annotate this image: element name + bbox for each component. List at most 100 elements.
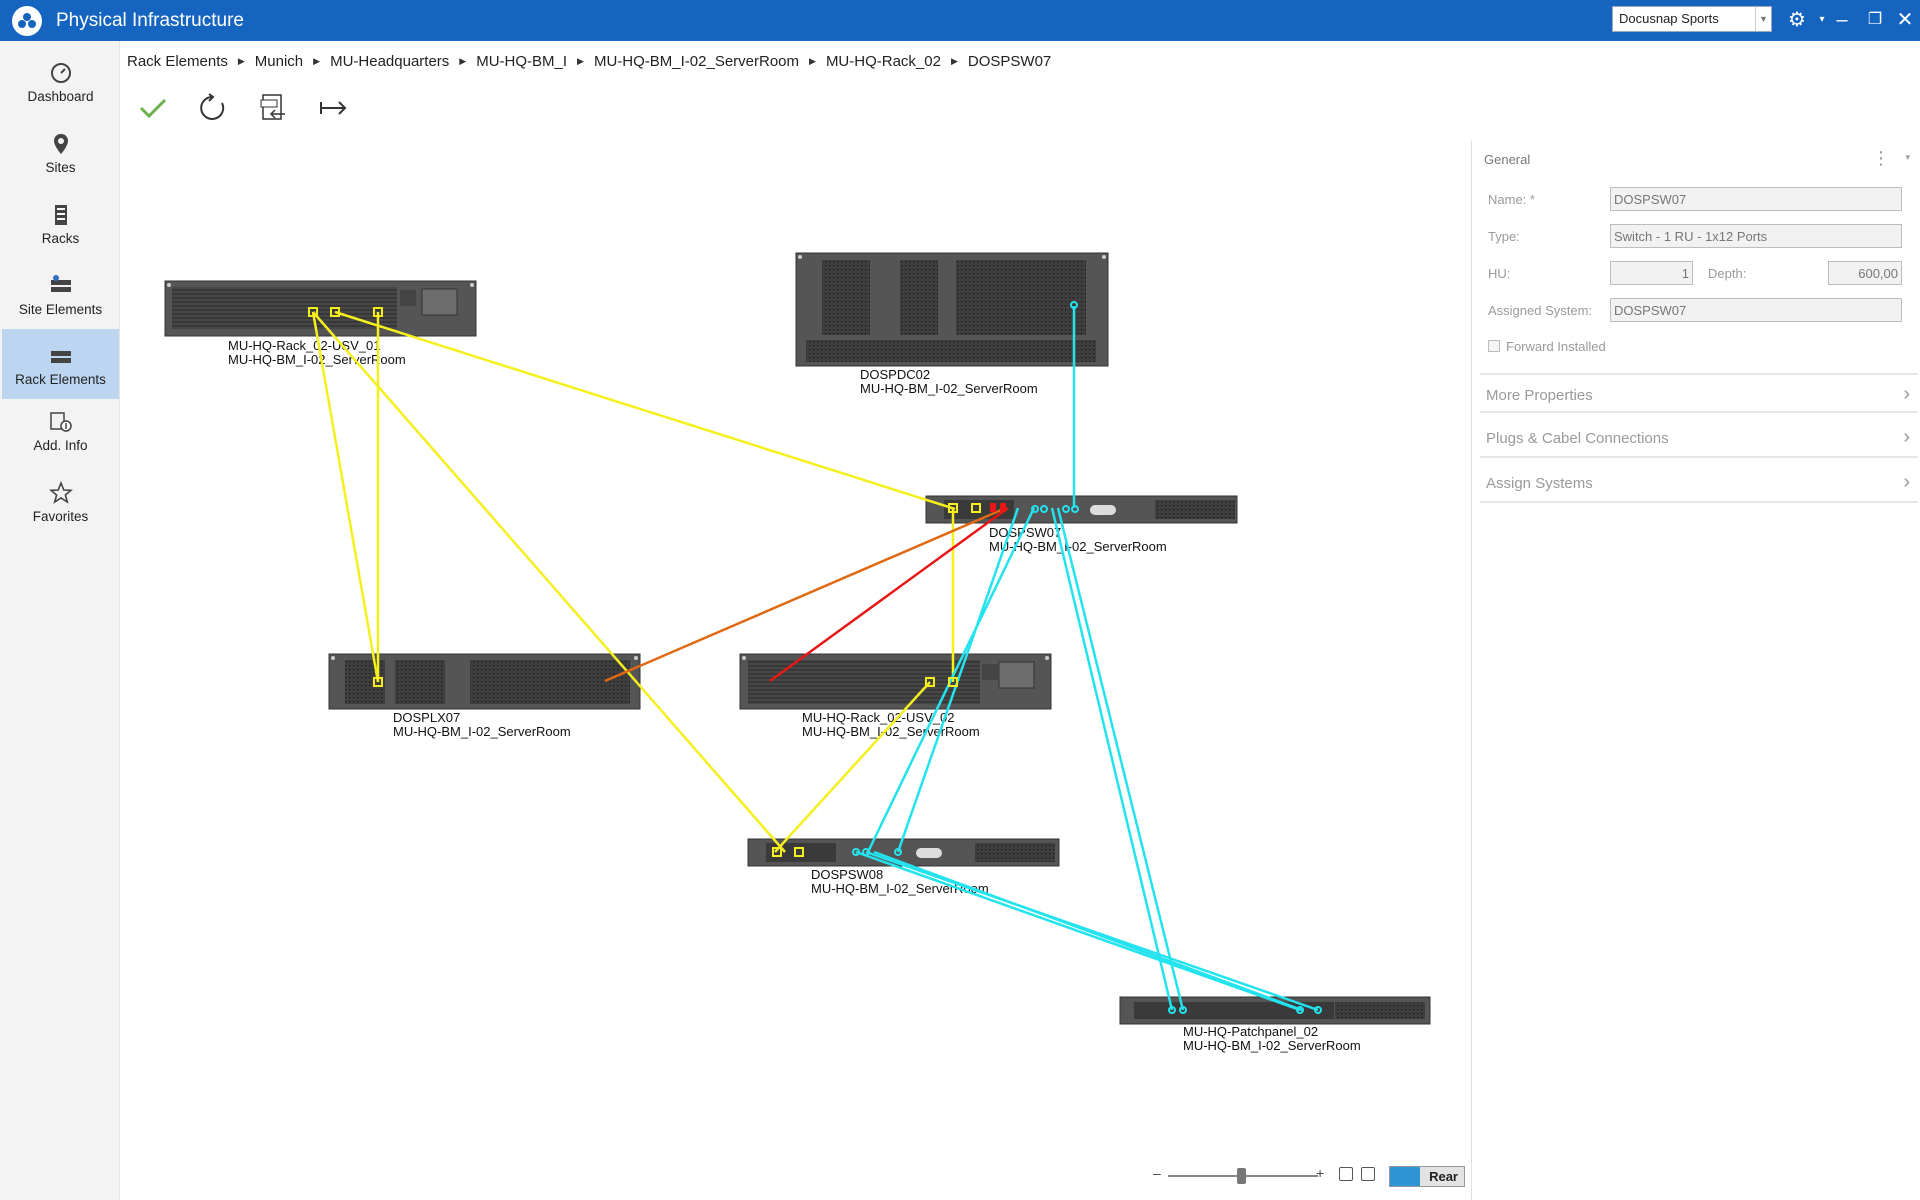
view-toggle-label: Rear [1429,1169,1458,1184]
expander-label: More Properties [1486,387,1593,404]
minimize-icon[interactable]: – [1827,6,1857,34]
sidebar-item-racks[interactable]: Racks [2,193,119,263]
plugs-cable-connections-expander[interactable]: Plugs & Cabel Connections › [1480,418,1918,458]
port-marker[interactable] [990,503,996,512]
chevron-right-icon: ▶ [237,55,245,66]
sidebar-item-site-elements[interactable]: Site Elements [2,264,119,334]
assigned-system-field[interactable]: DOSPSW07 [1610,298,1902,322]
cable-network[interactable] [1056,507,1185,1011]
sidebar-item-add-info[interactable]: Add. Info [2,400,119,470]
cable-power[interactable] [312,311,786,853]
add-info-icon [49,412,72,432]
sidebar-item-label: Favorites [32,509,89,524]
csv-export-icon[interactable] [254,89,292,127]
zoom-out-icon[interactable]: – [1153,1165,1161,1181]
diagram-canvas[interactable]: MU-HQ-Rack_02-USV_01 MU-HQ-BM_I-02_Serve… [121,140,1471,1200]
breadcrumb-item[interactable]: MU-HQ-BM_I [476,53,567,70]
chevron-down-icon[interactable]: ▾ [1905,152,1910,163]
device-name: MU-HQ-Patchpanel_02 [1183,1024,1318,1039]
assign-systems-expander[interactable]: Assign Systems › [1480,463,1918,503]
sidebar-item-dashboard[interactable]: Dashboard [2,51,119,121]
rack-diagram[interactable]: MU-HQ-Rack_02-USV_01 MU-HQ-BM_I-02_Serve… [121,140,1471,1200]
breadcrumb-item[interactable]: MU-HQ-Rack_02 [826,53,941,70]
depth-field[interactable]: 600,00 [1828,261,1902,285]
sidebar-item-rack-elements[interactable]: Rack Elements [2,329,119,399]
chevron-right-icon: ▶ [950,55,958,66]
name-label: Name: * [1488,192,1535,207]
refresh-icon[interactable] [194,89,232,127]
close-icon[interactable]: ✕ [1890,6,1920,34]
breadcrumb-item-current: DOSPSW07 [967,52,1052,70]
sidebar-item-label: Site Elements [18,302,103,317]
zoom-in-icon[interactable]: + [1316,1165,1324,1181]
logo-icon [12,5,42,36]
title-bar: Physical Infrastructure Docusnap Sports … [0,0,1920,41]
breadcrumb-item[interactable]: MU-Headquarters [330,53,449,70]
sidebar-item-label: Sites [45,160,76,175]
actual-size-icon[interactable] [1361,1167,1375,1181]
view-toggle[interactable]: Rear [1389,1166,1465,1187]
cable-power[interactable] [311,311,380,683]
collapse-arrow-icon[interactable] [314,89,352,127]
forward-installed-label: Forward Installed [1506,339,1606,354]
device-name: DOSPLX07 [393,710,460,725]
cable-network[interactable] [1050,507,1174,1011]
sidebar-item-label: Dashboard [27,89,94,104]
type-label: Type: [1488,229,1520,244]
device-location: MU-HQ-BM_I-02_ServerRoom [860,381,1038,396]
rack-elements-icon [50,351,71,363]
properties-panel: General ⋮ ▾ Name: * DOSPSW07 Type: Switc… [1474,140,1920,1200]
hu-field[interactable]: 1 [1610,261,1693,285]
more-options-icon[interactable]: ⋮ [1872,148,1890,169]
expander-label: Plugs & Cabel Connections [1486,430,1669,447]
chevron-right-icon: ▶ [313,55,321,66]
breadcrumb-item[interactable]: Munich [255,53,303,70]
save-check-icon[interactable] [134,89,172,127]
breadcrumb-item[interactable]: MU-HQ-BM_I-02_ServerRoom [594,53,799,70]
dashboard-icon [50,63,71,83]
device-location: MU-HQ-BM_I-02_ServerRoom [393,724,571,739]
zoom-slider-thumb[interactable] [1237,1168,1246,1184]
panel-splitter[interactable] [1471,140,1472,1200]
chevron-right-icon: ▶ [577,55,584,66]
depth-label: Depth: [1708,266,1747,281]
forward-installed-checkbox[interactable] [1488,340,1500,352]
tenant-value: Docusnap Sports [1619,11,1719,26]
cable-network[interactable] [873,850,1303,1012]
cable-network[interactable] [865,850,1319,1012]
chevron-right-icon: › [1903,426,1910,448]
cable-network[interactable] [855,850,1301,1012]
assigned-system-label: Assigned System: [1488,303,1593,318]
sidebar-item-label: Rack Elements [15,372,106,387]
type-field[interactable]: Switch - 1 RU - 1x12 Ports [1610,224,1902,248]
expander-label: Assign Systems [1486,475,1593,492]
site-elements-icon [50,275,71,292]
more-properties-expander[interactable]: More Properties › [1480,373,1918,413]
sidebar-item-label: Racks [41,231,80,246]
sidebar-item-label: Add. Info [33,438,88,453]
chevron-down-icon[interactable]: ▼ [1755,7,1771,31]
device-name: DOSPDC02 [860,367,930,382]
star-icon [48,481,73,504]
name-field[interactable]: DOSPSW07 [1610,187,1902,211]
sidebar-item-sites[interactable]: Sites [2,122,119,192]
device-ups-02[interactable]: MU-HQ-Rack_02-USV_02 MU-HQ-BM_I-02_Serve… [739,653,1052,739]
toolbar [134,88,352,128]
breadcrumb-item[interactable]: Rack Elements [127,53,228,70]
port-marker[interactable] [1000,503,1006,512]
rack-icon [54,205,67,225]
tenant-select[interactable]: Docusnap Sports ▼ [1612,6,1772,32]
fit-to-screen-icon[interactable] [1339,1167,1353,1181]
sidebar: Dashboard Sites Racks Site Elements Rack… [0,41,120,1200]
view-toggle-knob [1390,1167,1420,1186]
device-location: MU-HQ-BM_I-02_ServerRoom [1183,1038,1361,1053]
hu-label: HU: [1488,266,1511,281]
device-patchpanel-02[interactable]: MU-HQ-Patchpanel_02 MU-HQ-BM_I-02_Server… [1119,996,1431,1053]
device-server-dospdc02[interactable]: DOSPDC02 MU-HQ-BM_I-02_ServerRoom [795,252,1109,396]
chevron-right-icon: ▶ [809,55,816,66]
chevron-right-icon: ▶ [459,55,467,66]
sidebar-item-favorites[interactable]: Favorites [2,471,119,541]
restore-icon[interactable]: ❐ [1860,6,1890,34]
breadcrumb: Rack Elements ▶ Munich ▶ MU-Headquarters ▶ … [127,50,1051,72]
location-pin-icon [53,134,68,154]
